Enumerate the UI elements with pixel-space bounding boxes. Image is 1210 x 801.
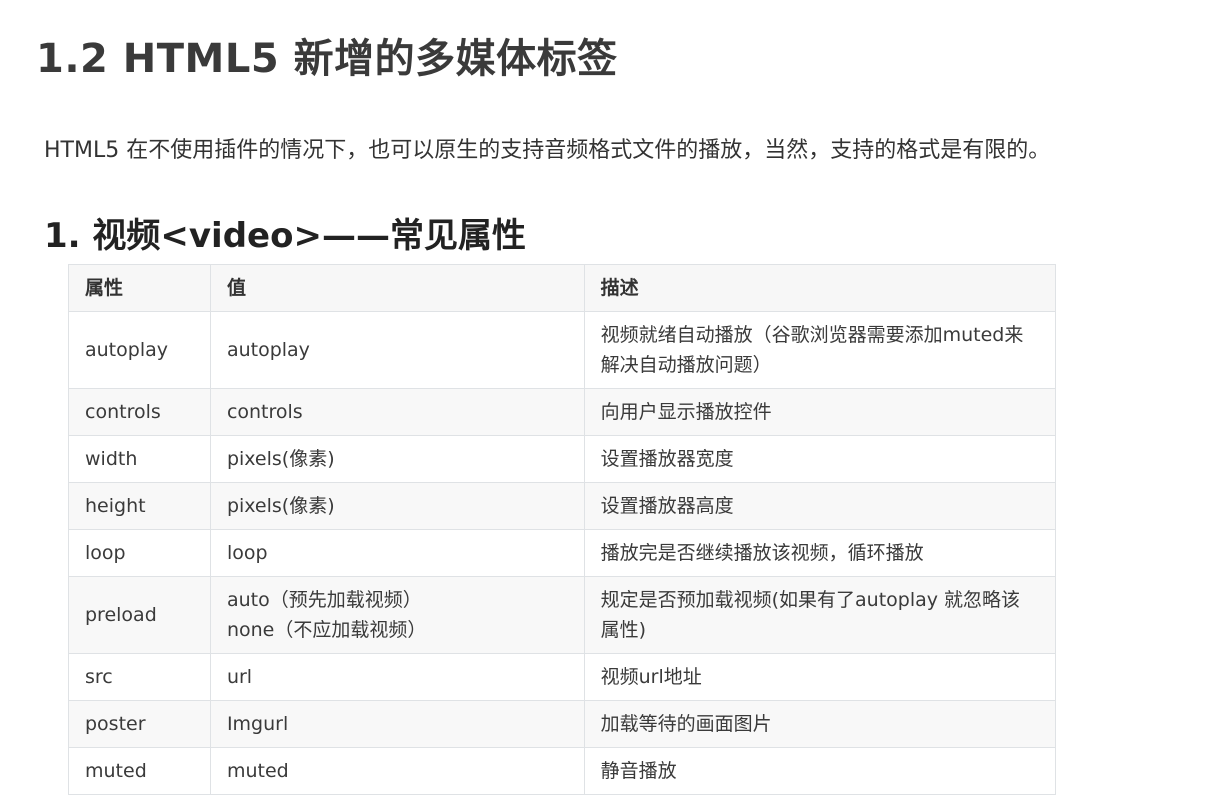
value-cell: pixels(像素) <box>209 482 585 530</box>
value-text: pixels(像素) <box>226 495 335 517</box>
value-cell: auto（预先加载视频） none（不应加载视频） <box>209 576 585 654</box>
value-cell: Imgurl <box>209 700 585 748</box>
attr-cell: loop <box>68 529 211 577</box>
value-text: url <box>226 666 253 688</box>
attr-cell: poster <box>68 700 211 748</box>
section-title: 1. 视频<video>——常见属性 <box>44 216 526 256</box>
description-cell: 视频url地址 <box>583 653 1057 701</box>
table-row: preload auto（预先加载视频） none（不应加载视频） 规定是否预加… <box>68 576 1057 654</box>
value-text: loop <box>226 542 268 564</box>
description-cell: 设置播放器高度 <box>583 482 1057 530</box>
value-text: none（不应加载视频） <box>226 619 427 641</box>
table-row: width pixels(像素) 设置播放器宽度 <box>68 435 1057 483</box>
attr-cell: width <box>68 435 211 483</box>
description-cell: 规定是否预加载视频(如果有了autoplay 就忽略该属性) <box>583 576 1057 654</box>
description-cell: 静音播放 <box>583 747 1057 795</box>
description-cell: 播放完是否继续播放该视频，循环播放 <box>583 529 1057 577</box>
page-title: 1.2 HTML5 新增的多媒体标签 <box>36 36 618 82</box>
description-cell: 向用户显示播放控件 <box>583 388 1057 436</box>
intro-paragraph: HTML5 在不使用插件的情况下，也可以原生的支持音频格式文件的播放，当然，支持… <box>44 138 1051 163</box>
table-row: height pixels(像素) 设置播放器高度 <box>68 482 1057 530</box>
attr-cell: autoplay <box>68 311 211 389</box>
document-page: 1.2 HTML5 新增的多媒体标签 HTML5 在不使用插件的情况下，也可以原… <box>0 0 1210 801</box>
attr-cell: muted <box>68 747 211 795</box>
value-cell: muted <box>209 747 585 795</box>
value-text: pixels(像素) <box>226 448 335 470</box>
table-row: controls controls 向用户显示播放控件 <box>68 388 1057 436</box>
attr-cell: src <box>68 653 211 701</box>
value-cell: loop <box>209 529 585 577</box>
header-attr: 属性 <box>68 264 211 312</box>
value-text: auto（预先加载视频） <box>226 589 422 611</box>
table-header-row: 属性 值 描述 <box>68 264 1057 312</box>
value-text: Imgurl <box>226 713 289 735</box>
header-value: 值 <box>209 264 585 312</box>
attr-cell: preload <box>68 576 211 654</box>
value-cell: url <box>209 653 585 701</box>
table-row: loop loop 播放完是否继续播放该视频，循环播放 <box>68 529 1057 577</box>
table-row: poster Imgurl 加载等待的画面图片 <box>68 700 1057 748</box>
description-cell: 视频就绪自动播放（谷歌浏览器需要添加muted来解决自动播放问题） <box>583 311 1057 389</box>
description-cell: 设置播放器宽度 <box>583 435 1057 483</box>
attr-cell: height <box>68 482 211 530</box>
value-text: controls <box>226 401 303 423</box>
value-text: autoplay <box>226 339 310 361</box>
value-cell: controls <box>209 388 585 436</box>
table-row: autoplay autoplay 视频就绪自动播放（谷歌浏览器需要添加mute… <box>68 311 1057 389</box>
attr-cell: controls <box>68 388 211 436</box>
table-row: src url 视频url地址 <box>68 653 1057 701</box>
value-cell: autoplay <box>209 311 585 389</box>
description-cell: 加载等待的画面图片 <box>583 700 1057 748</box>
value-text: muted <box>226 760 289 782</box>
value-cell: pixels(像素) <box>209 435 585 483</box>
table-row: muted muted 静音播放 <box>68 747 1057 795</box>
header-description: 描述 <box>583 264 1057 312</box>
video-attributes-table: 属性 值 描述 autoplay autoplay 视频就绪自动播放（谷歌浏览器… <box>68 264 1057 795</box>
